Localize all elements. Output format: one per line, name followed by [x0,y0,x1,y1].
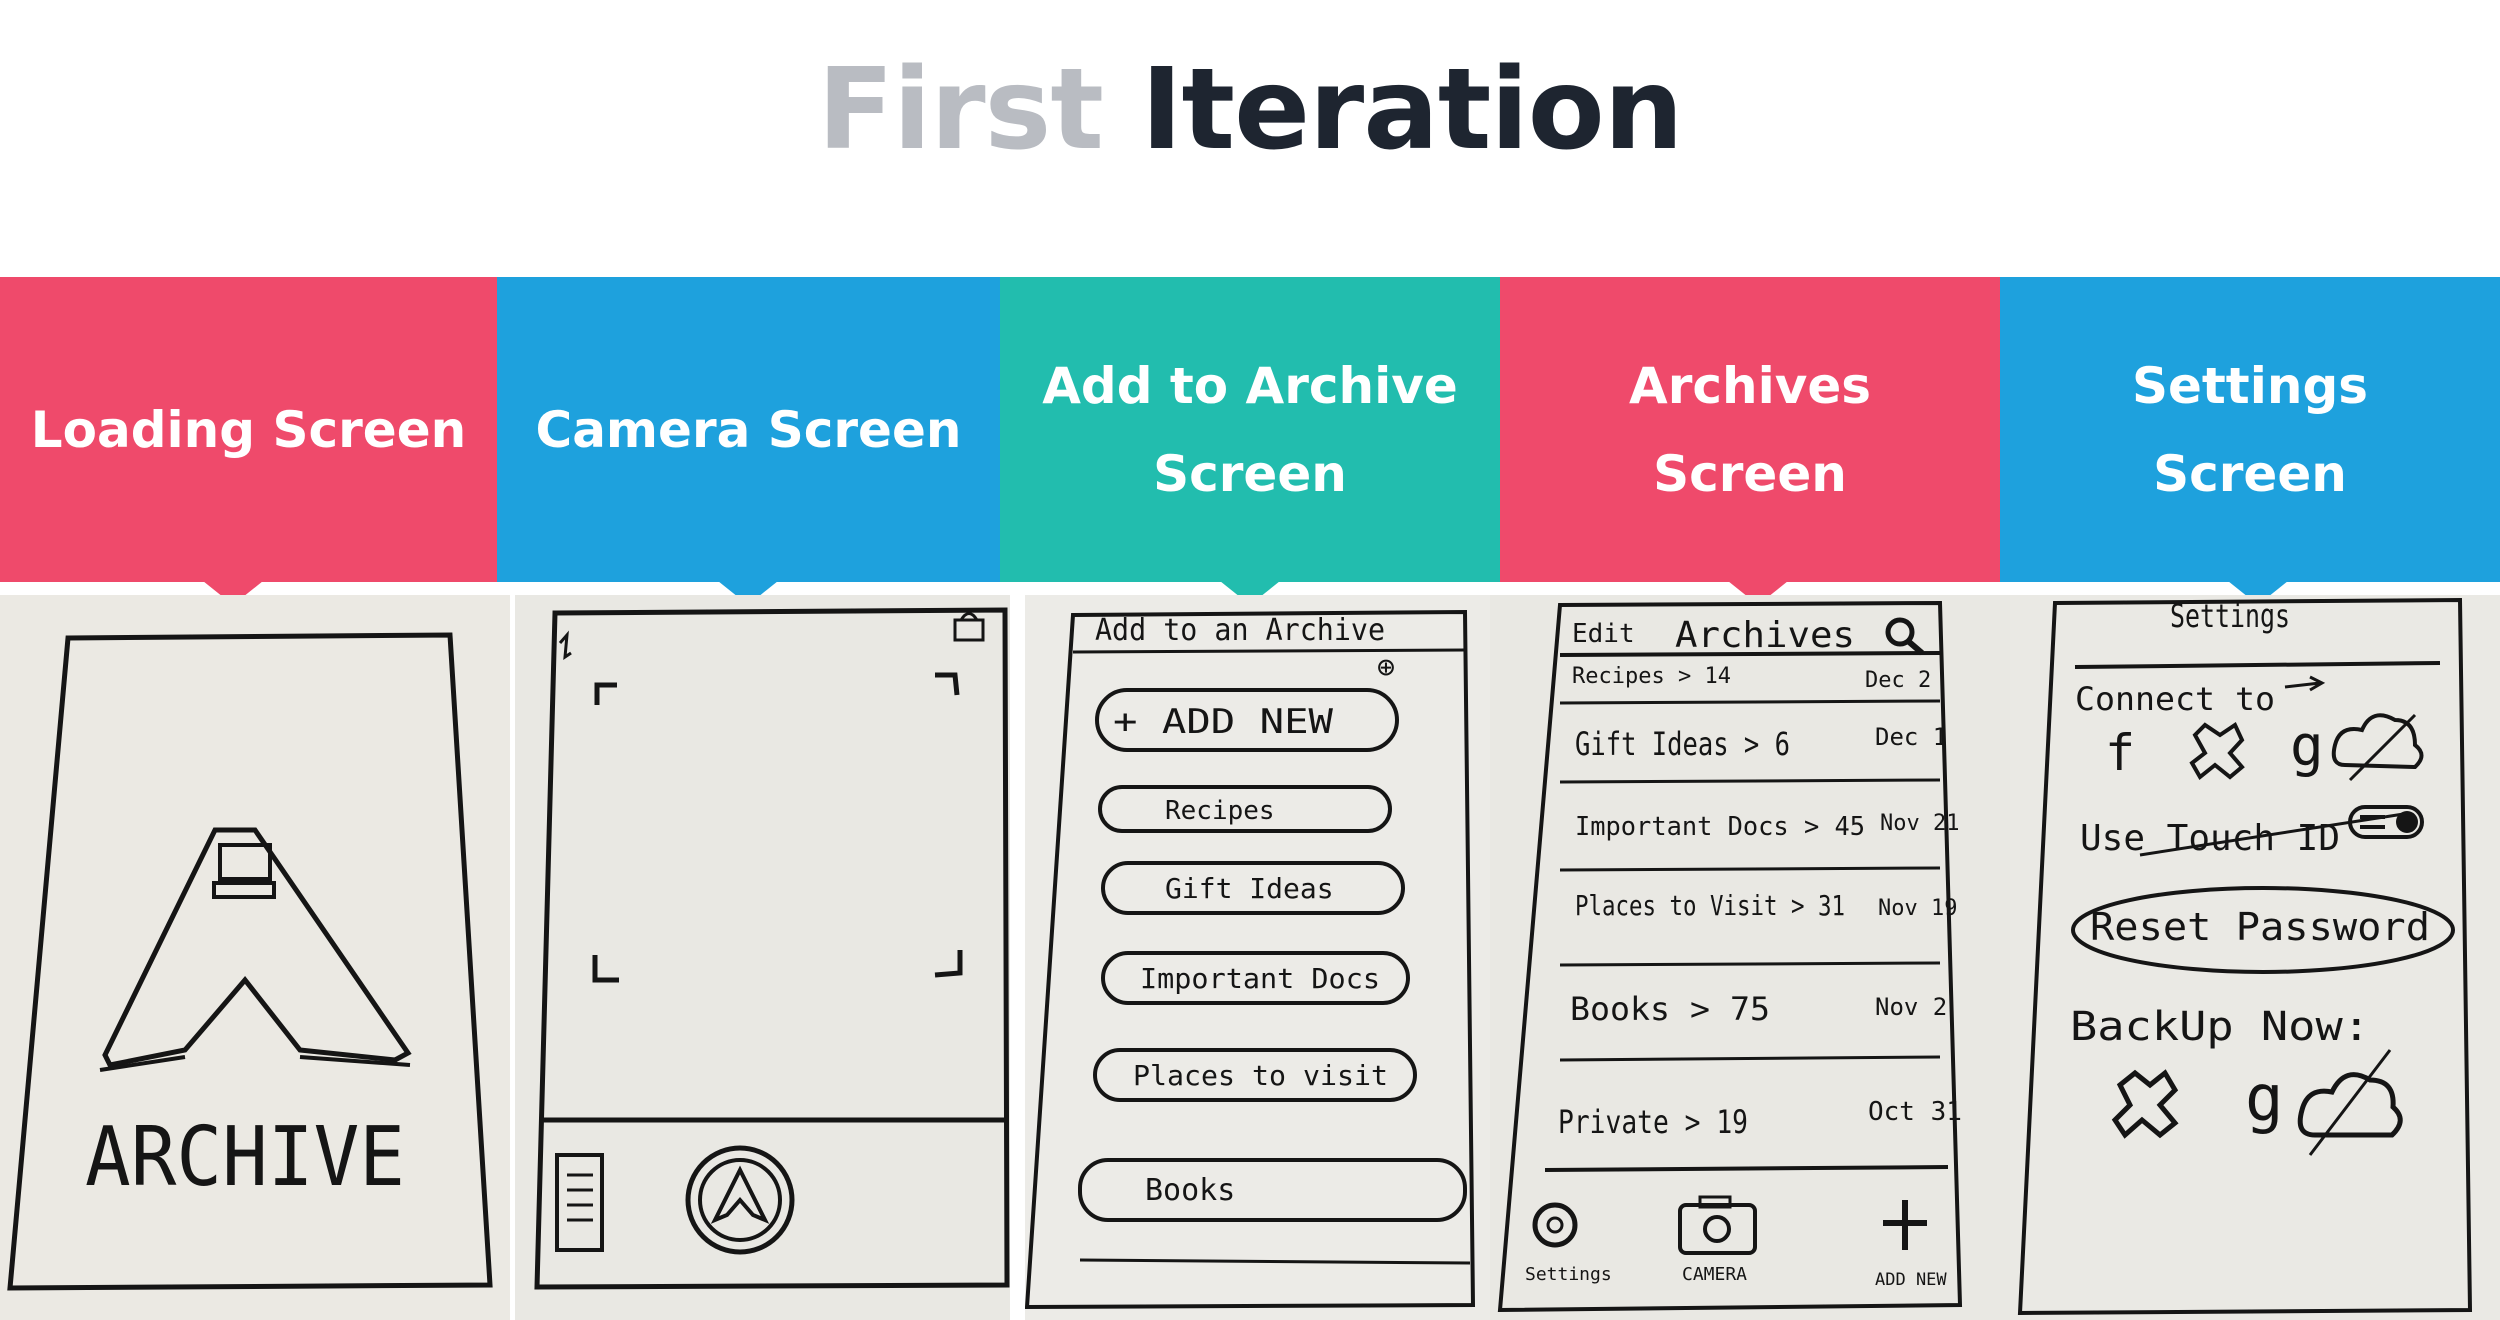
logo-text: ARCHIVE [85,1110,405,1205]
backup-label: BackUp Now: [2070,1004,2370,1050]
banner-add-to-archive-label: Add to Archive Screen [1042,356,1458,503]
banner-camera: Camera Screen [497,277,1000,582]
archive-row-date: Dec 2 [1865,668,1931,693]
sketch-add-to-archive-screen: Add to an Archive ⊕ + ADD NEW Recipes Gi… [1025,595,1495,1320]
archive-row-date: Oct 31 [1868,1097,1962,1127]
archive-option-label: Recipes [1165,796,1275,826]
google-backup-icon[interactable]: g [2245,1062,2284,1136]
title-first: First [817,45,1104,175]
banner-camera-label: Camera Screen [535,400,962,459]
banner-loading-label: Loading Screen [30,400,467,459]
archive-row-date: Dec 1 [1875,723,1947,751]
add-heading: Add to an Archive [1095,613,1385,648]
banner-settings: Settings Screen [2000,277,2500,582]
add-plus-icon[interactable]: ⊕ [1377,650,1395,685]
title-second: Iteration [1140,45,1684,175]
reset-password-label: Reset Password [2090,905,2430,949]
tab-settings[interactable]: Settings [1525,1264,1612,1285]
archive-row-name[interactable]: Private > 19 [1558,1103,1748,1141]
banner-settings-label: Settings Screen [2131,356,2368,503]
sketch-archives-screen: Edit Archives Recipes > 14 Dec 2 Gift Id… [1490,595,2010,1320]
tab-add-new[interactable]: ADD NEW [1875,1270,1947,1290]
archive-option-label: Important Docs [1140,962,1380,995]
connect-label: Connect to [2075,680,2275,718]
archive-option-label: Places to visit [1133,1059,1388,1092]
archive-row-date: Nov 19 [1878,896,1957,921]
google-icon[interactable]: g [2290,714,2324,779]
archive-row-date: Nov 2 [1875,993,1947,1021]
page-title: First Iteration [0,40,2500,180]
archive-row-name[interactable]: Places to Visit > 31 [1575,889,1845,922]
archive-option-label: Gift Ideas [1165,872,1334,905]
tab-camera[interactable]: CAMERA [1682,1264,1747,1285]
facebook-icon[interactable]: f [2105,724,2135,782]
sketch-camera-screen [515,595,1010,1320]
archive-row-date: Nov 21 [1880,811,1959,836]
sketch-loading-screen: ARCHIVE [0,595,510,1320]
touch-id-label: Use Touch ID [2080,818,2340,859]
banner-add-to-archive: Add to Archive Screen [1000,277,1500,582]
archive-row-name[interactable]: Recipes > 14 [1572,664,1731,689]
archives-heading: Archives [1675,615,1855,656]
archive-option-label: Books [1145,1173,1235,1208]
sketch-settings-screen: Settings Connect to f g Use Touch ID Res… [2010,595,2500,1320]
archive-row-name[interactable]: Important Docs > 45 [1575,812,1865,842]
banner-loading: Loading Screen [0,277,497,582]
archive-row-name[interactable]: Books > 75 [1570,990,1770,1028]
settings-heading: Settings [2170,597,2290,635]
banner-archives: Archives Screen [1500,277,2000,582]
archive-row-name[interactable]: Gift Ideas > 6 [1575,725,1790,763]
archives-edit[interactable]: Edit [1572,619,1635,649]
banner-archives-label: Archives Screen [1629,356,1871,503]
add-new-label: + ADD NEW [1113,702,1334,742]
